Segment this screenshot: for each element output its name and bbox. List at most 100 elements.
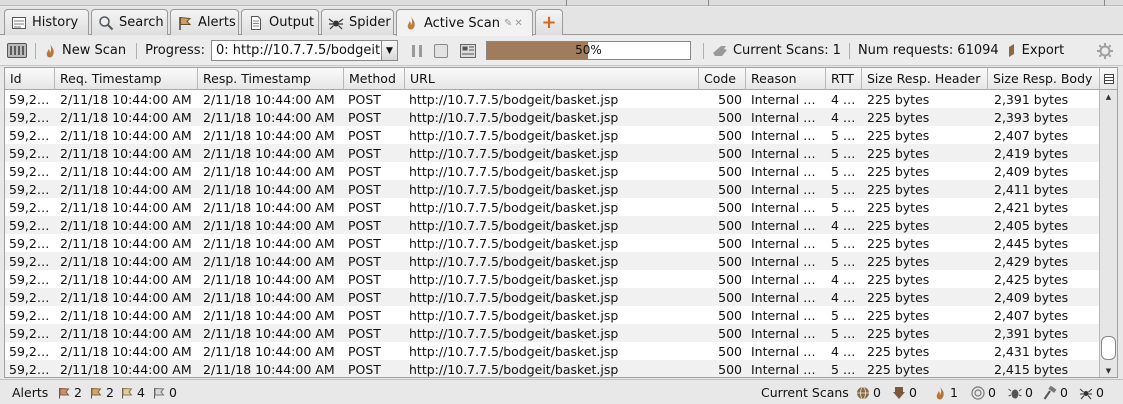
cell-rtt: 5 …	[831, 182, 856, 197]
cell-id: 59,2…	[9, 110, 50, 125]
table-row[interactable]: 59,2… 2/11/18 10:44:00 AM 2/11/18 10:44:00…	[5, 306, 1101, 324]
table-row[interactable]: 59,2… 2/11/18 10:44:00 AM 2/11/18 10:44:00…	[5, 126, 1101, 144]
column-header-rtt[interactable]: RTT	[826, 68, 862, 90]
num-requests-value: 61094	[957, 43, 999, 58]
table-row[interactable]: 59,2… 2/11/18 10:44:00 AM 2/11/18 10:44:00…	[5, 324, 1101, 342]
column-header-size-resp-header[interactable]: Size Resp. Header	[862, 68, 988, 90]
num-requests-label: Num requests:	[857, 43, 954, 58]
target-icon	[971, 385, 985, 400]
cell-size-resp-body: 2,421 bytes	[994, 200, 1069, 215]
cell-url: http://10.7.7.5/bodgeit/basket.jsp	[409, 272, 619, 287]
tab-history[interactable]: History	[4, 9, 89, 35]
cell-rtt: 5 …	[831, 362, 856, 377]
keyboard-icon[interactable]	[7, 43, 27, 58]
table-row[interactable]: 59,2… 2/11/18 10:44:00 AM 2/11/18 10:44:00…	[5, 360, 1101, 377]
column-header-code[interactable]: Code	[699, 68, 746, 90]
cell-method: POST	[348, 308, 381, 323]
current-scans-status: Current Scans	[761, 385, 849, 400]
tab-search[interactable]: Search	[91, 9, 168, 35]
alert-count-value: 2	[106, 385, 114, 400]
scan-count-globe[interactable]: 0	[856, 385, 881, 400]
cell-method: POST	[348, 128, 381, 143]
alerts-summary: Alerts	[12, 385, 48, 400]
cell-req-timestamp: 2/11/18 10:44:00 AM	[60, 308, 192, 323]
table-row[interactable]: 59,2… 2/11/18 10:44:00 AM 2/11/18 10:44:00…	[5, 270, 1101, 288]
tab-spider[interactable]: Spider	[321, 9, 394, 35]
cell-reason: Internal …	[751, 182, 816, 197]
cell-resp-timestamp: 2/11/18 10:44:00 AM	[203, 272, 335, 287]
current-scans-value: 1	[832, 43, 841, 58]
scroll-down-icon[interactable]: ▼	[1100, 364, 1117, 377]
num-requests-indicator: Num requests: 61094	[858, 43, 999, 58]
scan-count-hammer[interactable]: 0	[1043, 385, 1068, 400]
scan-count-spider-down[interactable]: 0	[892, 385, 917, 400]
column-header-resp-timestamp[interactable]: Resp. Timestamp	[198, 68, 344, 90]
scan-count-active[interactable]: 1	[933, 385, 958, 400]
cell-rtt: 4 …	[831, 92, 856, 107]
scan-count-target[interactable]: 0	[971, 385, 996, 400]
cell-id: 59,2…	[9, 128, 50, 143]
table-row[interactable]: 59,2… 2/11/18 10:44:00 AM 2/11/18 10:44:00…	[5, 234, 1101, 252]
table-row[interactable]: 59,2… 2/11/18 10:44:00 AM 2/11/18 10:44:00…	[5, 108, 1101, 126]
scan-count-spider[interactable]: 0	[1079, 385, 1104, 400]
cell-size-resp-body: 2,391 bytes	[994, 92, 1069, 107]
table-row[interactable]: 59,2… 2/11/18 10:44:00 AM 2/11/18 10:44:00…	[5, 144, 1101, 162]
export-icon	[1007, 43, 1017, 59]
cell-id: 59,2…	[9, 92, 50, 107]
cell-code: 500	[718, 92, 742, 107]
stop-icon[interactable]	[433, 43, 448, 58]
column-header-req-timestamp[interactable]: Req. Timestamp	[55, 68, 198, 90]
flame-icon	[933, 386, 947, 400]
cell-code: 500	[718, 110, 742, 125]
gear-icon[interactable]	[1096, 42, 1114, 60]
cell-resp-timestamp: 2/11/18 10:44:00 AM	[203, 200, 335, 215]
column-header-method[interactable]: Method	[344, 68, 405, 90]
table-row[interactable]: 59,2… 2/11/18 10:44:00 AM 2/11/18 10:44:00…	[5, 180, 1101, 198]
tab-output[interactable]: Output	[241, 9, 319, 35]
cell-reason: Internal …	[751, 92, 816, 107]
scan-select[interactable]: 0: http://10.7.7.5/bodgeit ▼	[210, 40, 398, 61]
alert-count-medium[interactable]: 2	[89, 385, 114, 400]
cell-req-timestamp: 2/11/18 10:44:00 AM	[60, 290, 192, 305]
alert-count-info[interactable]: 0	[152, 385, 177, 400]
table-row[interactable]: 59,2… 2/11/18 10:44:00 AM 2/11/18 10:44:00…	[5, 90, 1101, 108]
tab-label: Alerts	[198, 15, 236, 30]
cell-size-resp-body: 2,429 bytes	[994, 254, 1069, 269]
cell-size-resp-body: 2,409 bytes	[994, 290, 1069, 305]
tab-active-scan[interactable]: Active Scan ✎✕	[396, 9, 533, 36]
table-row[interactable]: 59,2… 2/11/18 10:44:00 AM 2/11/18 10:44:00…	[5, 162, 1101, 180]
cell-size-resp-body: 2,415 bytes	[994, 362, 1069, 377]
scan-progress-details-icon[interactable]	[459, 43, 476, 58]
alert-count-low[interactable]: 4	[120, 385, 145, 400]
scroll-up-icon[interactable]: ▲	[1100, 90, 1117, 104]
column-header-url[interactable]: URL	[405, 68, 699, 90]
cell-rtt: 5 …	[831, 254, 856, 269]
cell-size-resp-header: 225 bytes	[867, 290, 930, 305]
alert-count-high[interactable]: 2	[57, 385, 82, 400]
table-row[interactable]: 59,2… 2/11/18 10:44:00 AM 2/11/18 10:44:00…	[5, 252, 1101, 270]
cell-size-resp-header: 225 bytes	[867, 182, 930, 197]
column-header-reason[interactable]: Reason	[746, 68, 826, 90]
cell-url: http://10.7.7.5/bodgeit/basket.jsp	[409, 110, 619, 125]
cell-resp-timestamp: 2/11/18 10:44:00 AM	[203, 92, 335, 107]
cell-size-resp-header: 225 bytes	[867, 308, 930, 323]
scan-count-bug[interactable]: 0	[1008, 385, 1033, 400]
tab-close-controls-icon[interactable]: ✎✕	[504, 18, 525, 29]
add-tab-button[interactable]: +	[535, 9, 563, 35]
toolbar-separator	[702, 42, 704, 59]
chevron-down-icon[interactable]: ▼	[380, 41, 397, 60]
table-row[interactable]: 59,2… 2/11/18 10:44:00 AM 2/11/18 10:44:00…	[5, 288, 1101, 306]
new-scan-button[interactable]: New Scan	[44, 43, 126, 59]
pause-icon[interactable]	[411, 44, 422, 57]
tab-alerts[interactable]: Alerts	[170, 9, 239, 35]
export-button[interactable]: Export	[1007, 43, 1064, 59]
vertical-scrollbar[interactable]: ▲ ▼	[1099, 90, 1117, 377]
table-row[interactable]: 59,2… 2/11/18 10:44:00 AM 2/11/18 10:44:00…	[5, 198, 1101, 216]
scrollbar-thumb[interactable]	[1101, 336, 1116, 360]
table-row[interactable]: 59,2… 2/11/18 10:44:00 AM 2/11/18 10:44:00…	[5, 342, 1101, 360]
table-row[interactable]: 59,2… 2/11/18 10:44:00 AM 2/11/18 10:44:00…	[5, 216, 1101, 234]
column-header-id[interactable]: Id	[5, 68, 55, 90]
column-chooser-button[interactable]	[1099, 68, 1117, 90]
toolbar-separator	[136, 42, 138, 59]
column-header-size-resp-body[interactable]: Size Resp. Body	[988, 68, 1101, 90]
